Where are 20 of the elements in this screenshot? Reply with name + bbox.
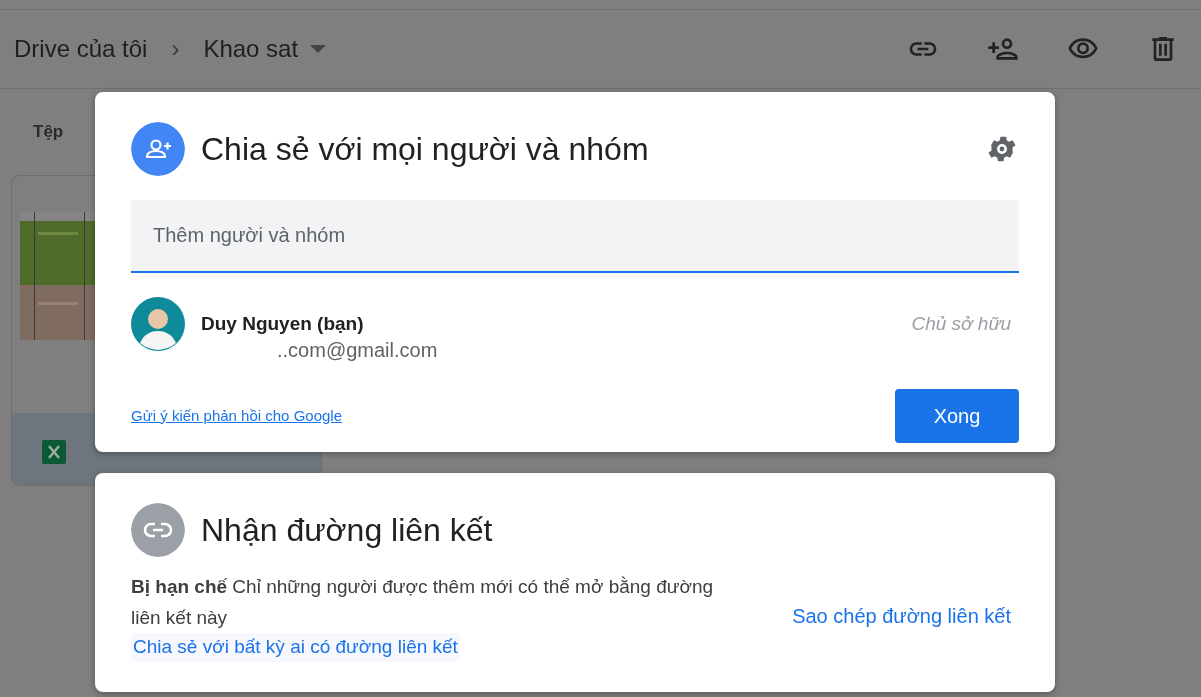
person-email: ..com@gmail.com [276, 339, 438, 361]
done-button[interactable]: Xong [895, 389, 1019, 443]
section-label: Tệp [33, 121, 64, 143]
add-people-field[interactable]: Thêm người và nhóm [131, 200, 1019, 273]
copy-link-button[interactable]: Sao chép đường liên kết [792, 601, 1011, 632]
avatar [131, 297, 185, 351]
feedback-link[interactable]: Gửi ý kiến phản hồi cho Google [131, 404, 342, 428]
folder-title[interactable]: Khao sat [203, 31, 299, 67]
share-link-option[interactable]: Chia sẻ với bất kỳ ai có đường liên kết [131, 633, 460, 662]
link-icon [131, 503, 185, 557]
dialog-title: Nhận đường liên kết [201, 511, 493, 550]
breadcrumb-separator: › [171, 34, 180, 64]
add-person-icon [131, 122, 185, 176]
dropdown-icon[interactable] [310, 45, 327, 53]
dialog-title: Chia sẻ với mọi người và nhóm [201, 130, 649, 169]
person-name: Duy Nguyen (bạn) [201, 311, 364, 336]
access-description: Bị hạn chế Chỉ những người được thêm mới có thể mở bằng đường liên kết này [131, 575, 715, 630]
breadcrumb-link[interactable]: Drive của tôi [14, 31, 148, 67]
spreadsheet-icon [42, 440, 66, 464]
role-label: Chủ sở hữu [911, 311, 1012, 336]
